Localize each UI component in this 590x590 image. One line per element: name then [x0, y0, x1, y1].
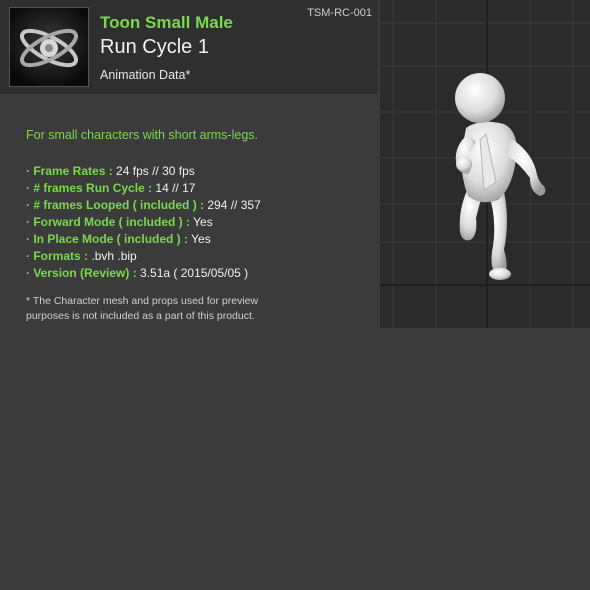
footnote-line-2: purposes is not included as a part of th…: [26, 310, 255, 322]
spec-value: 14 // 17: [155, 181, 196, 195]
spec-list: · Frame Rates : 24 fps // 30 fps · # fra…: [26, 163, 261, 282]
spec-version: · Version (Review) : 3.51a ( 2015/05/05 …: [26, 265, 261, 282]
grid-and-character: [380, 0, 590, 328]
spec-key: · Frame Rates :: [26, 164, 113, 178]
footnote: * The Character mesh and props used for …: [26, 294, 326, 324]
product-title: Toon Small Male: [100, 13, 233, 32]
spec-value: 24 fps // 30 fps: [116, 164, 195, 178]
spec-key: · Formats :: [26, 249, 89, 263]
animation-title: Run Cycle 1: [100, 36, 209, 58]
spec-in-place-mode: · In Place Mode ( included ) : Yes: [26, 231, 261, 248]
spec-key: · Forward Mode ( included ) :: [26, 215, 190, 229]
spec-value: 3.51a ( 2015/05/05 ): [140, 266, 249, 280]
spec-key: · Version (Review) :: [26, 266, 137, 280]
spec-value: .bvh .bip: [91, 249, 137, 263]
spec-value: 294 // 357: [207, 198, 261, 212]
brand-logo-icon: [9, 7, 89, 87]
spec-frames-looped: · # frames Looped ( included ) : 294 // …: [26, 197, 261, 214]
spec-formats: · Formats : .bvh .bip: [26, 248, 261, 265]
spec-key: · In Place Mode ( included ) :: [26, 232, 189, 246]
spec-frame-rates: · Frame Rates : 24 fps // 30 fps: [26, 163, 261, 180]
data-label: Animation Data*: [100, 68, 191, 82]
spec-key: · # frames Run Cycle :: [26, 181, 153, 195]
spec-value: Yes: [193, 215, 213, 229]
footnote-line-1: * The Character mesh and props used for …: [26, 295, 259, 307]
spec-key: · # frames Looped ( included ) :: [26, 198, 205, 212]
preview-viewport: [380, 0, 590, 328]
spec-frames-run-cycle: · # frames Run Cycle : 14 // 17: [26, 180, 261, 197]
description: For small characters with short arms-leg…: [26, 128, 259, 142]
spec-value: Yes: [191, 232, 211, 246]
spec-forward-mode: · Forward Mode ( included ) : Yes: [26, 214, 261, 231]
product-code: TSM-RC-001: [307, 7, 372, 19]
